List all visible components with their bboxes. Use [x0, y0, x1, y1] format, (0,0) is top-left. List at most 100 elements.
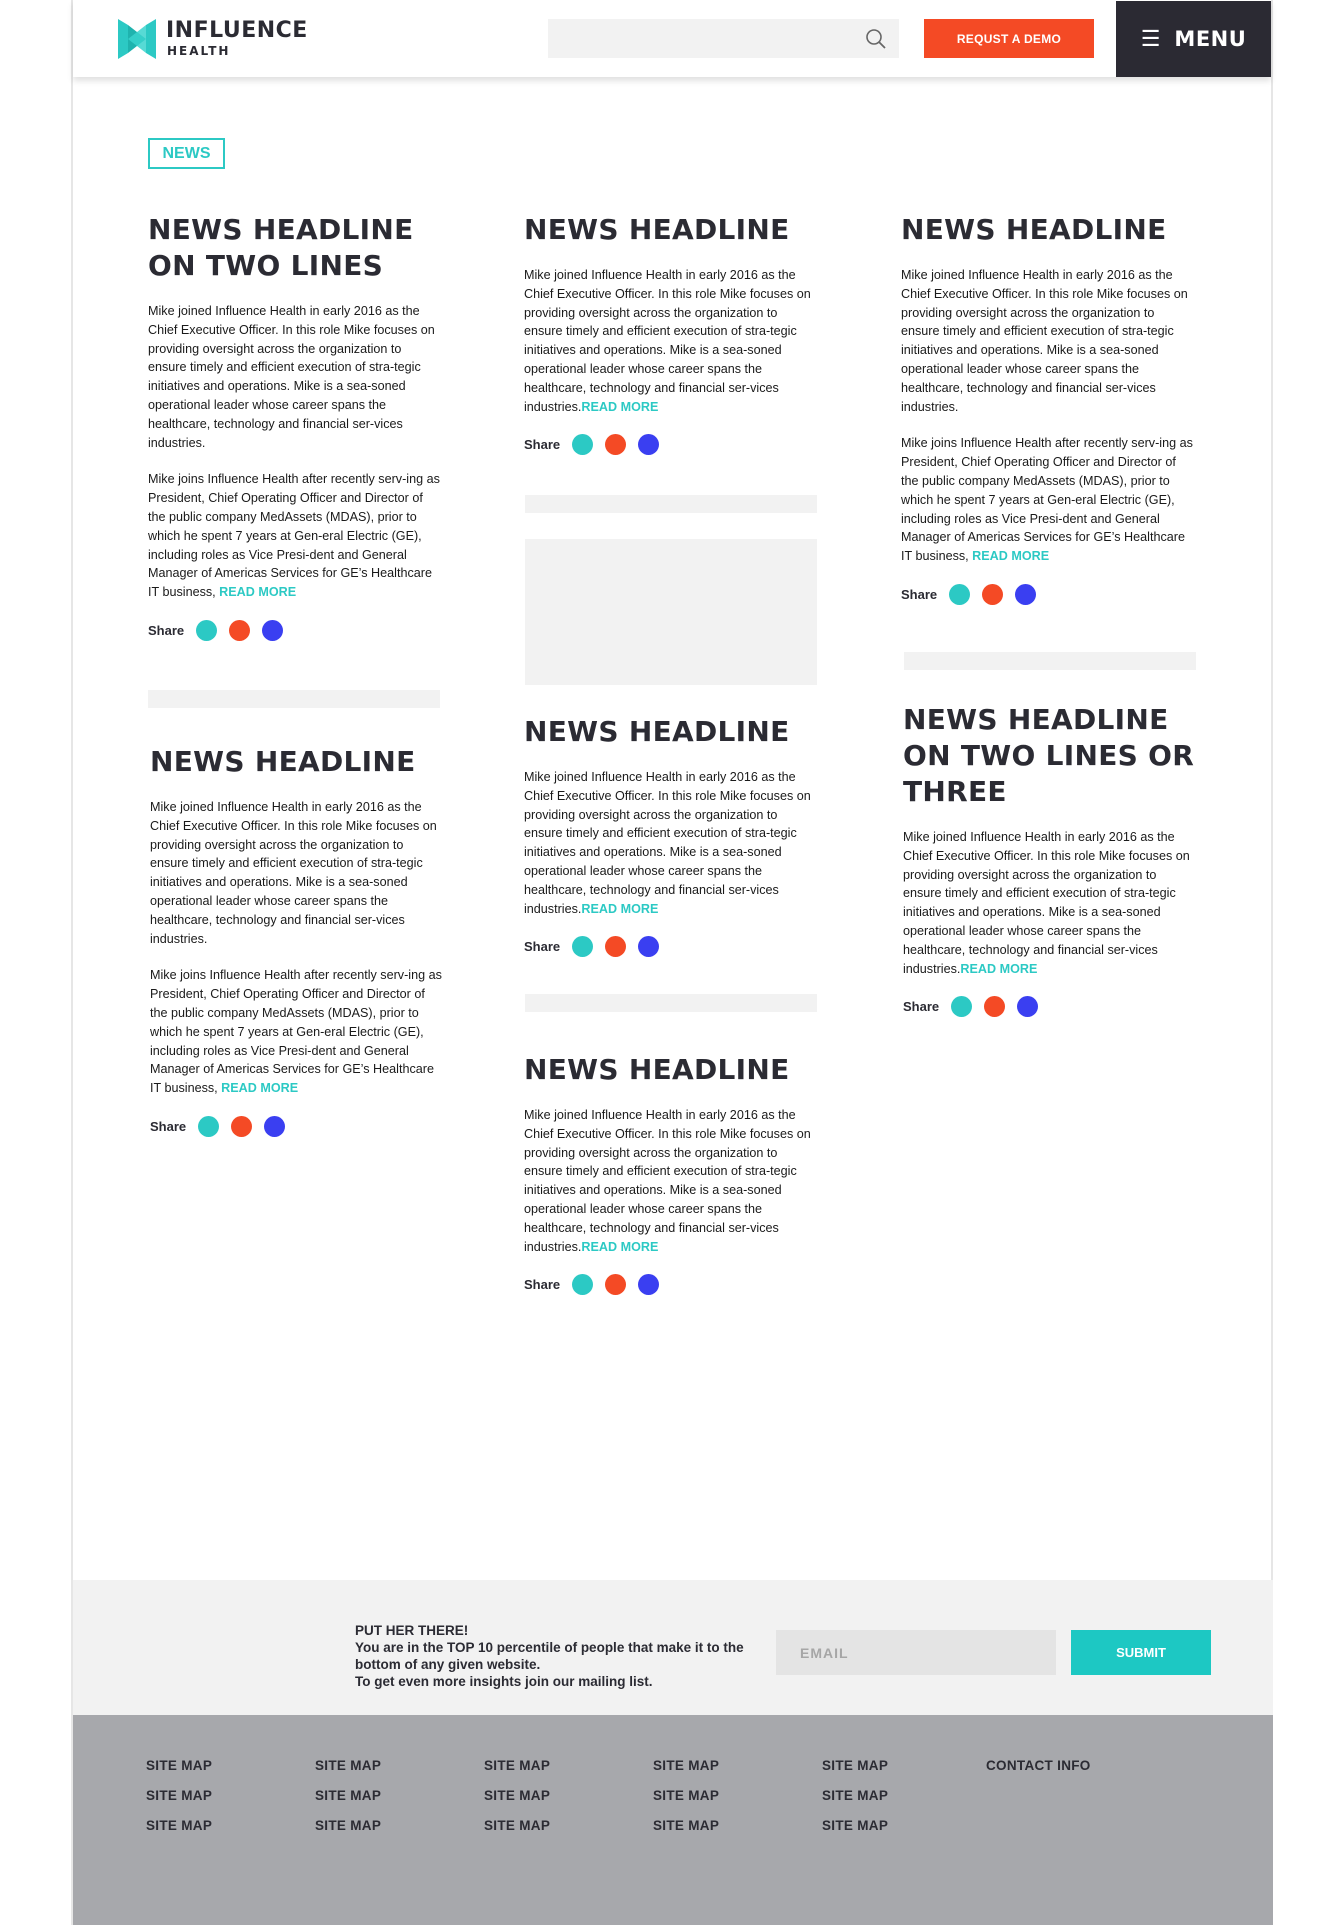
share-orange-icon[interactable] — [605, 1274, 627, 1296]
share-orange-icon[interactable] — [605, 936, 627, 958]
footer-column: SITE MAP SITE MAP SITE MAP — [822, 1758, 888, 1848]
footer-link-sitemap[interactable]: SITE MAP — [146, 1758, 212, 1774]
footer-column: SITE MAP SITE MAP SITE MAP — [315, 1758, 381, 1848]
logo[interactable]: INFLUENCE HEALTH — [118, 17, 318, 61]
news-article: NEWS HEADLINE Mike joined Influence Heal… — [524, 212, 819, 456]
share-orange-icon[interactable] — [982, 583, 1004, 605]
footer-link-sitemap[interactable]: SITE MAP — [146, 1788, 212, 1804]
footer-link-sitemap[interactable]: SITE MAP — [484, 1758, 550, 1774]
article-paragraph-text: Mike joins Influence Health after recent… — [150, 968, 442, 1096]
page: INFLUENCE HEALTH REQUST A DEMO ☰ MENU NE… — [0, 0, 1340, 1925]
share-label: Share — [524, 437, 561, 453]
share-teal-icon[interactable] — [198, 1115, 220, 1137]
article-paragraph-text: Mike joined Influence Health in early 20… — [524, 268, 811, 414]
share-label: Share — [150, 1118, 187, 1134]
article-paragraph: Mike joined Influence Health in early 20… — [901, 268, 1188, 414]
share-label: Share — [901, 586, 938, 602]
share-blue-icon[interactable] — [262, 619, 284, 641]
share-row: Share — [148, 619, 443, 641]
read-more-link[interactable]: READ MORE — [972, 549, 1049, 563]
search-input[interactable] — [548, 19, 848, 58]
share-row: Share — [150, 1115, 445, 1137]
article-headline[interactable]: NEWS HEADLINE — [150, 744, 445, 780]
footer-link-sitemap[interactable]: SITE MAP — [822, 1818, 888, 1834]
article-paragraph-text: Mike joins Influence Health after recent… — [901, 436, 1193, 564]
article-headline[interactable]: NEWS HEADLINE ON TWO LINES OR THREE — [903, 702, 1198, 810]
site-footer: SITE MAP SITE MAP SITE MAP SITE MAP SITE… — [73, 1715, 1273, 1925]
share-label: Share — [148, 622, 185, 638]
share-row: Share — [903, 996, 1198, 1018]
read-more-link[interactable]: READ MORE — [581, 902, 658, 916]
article-paragraph-text: Mike joined Influence Health in early 20… — [903, 830, 1190, 976]
share-teal-icon[interactable] — [572, 434, 594, 456]
share-blue-icon[interactable] — [1015, 583, 1037, 605]
footer-link-sitemap[interactable]: SITE MAP — [822, 1788, 888, 1804]
footer-link-contact-info[interactable]: CONTACT INFO — [986, 1758, 1091, 1774]
news-article: NEWS HEADLINE Mike joined Influence Heal… — [524, 1052, 819, 1296]
article-headline[interactable]: NEWS HEADLINE — [901, 212, 1196, 248]
share-orange-icon[interactable] — [605, 434, 627, 456]
search-icon[interactable] — [865, 28, 887, 50]
menu-button[interactable]: ☰ MENU — [1116, 1, 1271, 77]
share-label: Share — [524, 939, 561, 955]
footer-link-sitemap[interactable]: SITE MAP — [653, 1818, 719, 1834]
share-teal-icon[interactable] — [949, 583, 971, 605]
footer-link-sitemap[interactable]: SITE MAP — [315, 1788, 381, 1804]
share-orange-icon[interactable] — [231, 1115, 253, 1137]
news-article: NEWS HEADLINE ON TWO LINES OR THREE Mike… — [903, 702, 1198, 1018]
article-paragraph-text: Mike joins Influence Health after recent… — [148, 472, 440, 600]
image-placeholder[interactable] — [525, 539, 817, 685]
search-box — [548, 19, 899, 58]
footer-column: SITE MAP SITE MAP SITE MAP — [653, 1758, 719, 1848]
share-row: Share — [524, 434, 819, 456]
request-demo-button[interactable]: REQUST A DEMO — [924, 19, 1094, 58]
share-blue-icon[interactable] — [638, 434, 660, 456]
share-blue-icon[interactable] — [638, 1274, 660, 1296]
logo-mark-icon — [118, 19, 156, 59]
article-paragraph: Mike joined Influence Health in early 20… — [903, 828, 1198, 978]
article-headline[interactable]: NEWS HEADLINE — [524, 714, 819, 750]
article-paragraph: Mike joined Influence Health in early 20… — [524, 1106, 819, 1256]
placeholder-bar — [148, 690, 440, 708]
footer-link-sitemap[interactable]: SITE MAP — [484, 1788, 550, 1804]
footer-link-sitemap[interactable]: SITE MAP — [653, 1758, 719, 1774]
footer-link-sitemap[interactable]: SITE MAP — [315, 1818, 381, 1834]
footer-column: SITE MAP SITE MAP SITE MAP — [484, 1758, 550, 1848]
article-headline[interactable]: NEWS HEADLINE — [524, 1052, 819, 1088]
article-paragraph: Mike joins Influence Health after recent… — [150, 966, 445, 1098]
share-teal-icon[interactable] — [572, 936, 594, 958]
article-paragraph-text: Mike joined Influence Health in early 20… — [524, 1108, 811, 1254]
news-article: NEWS HEADLINE Mike joined Influence Heal… — [150, 744, 445, 1137]
share-teal-icon[interactable] — [572, 1274, 594, 1296]
logo-name: INFLUENCE — [166, 18, 308, 43]
news-article: NEWS HEADLINE ON TWO LINES Mike joined I… — [148, 212, 443, 641]
email-field[interactable] — [776, 1630, 1056, 1675]
article-headline[interactable]: NEWS HEADLINE — [524, 212, 819, 248]
footer-link-sitemap[interactable]: SITE MAP — [484, 1818, 550, 1834]
article-headline[interactable]: NEWS HEADLINE ON TWO LINES — [148, 212, 443, 284]
article-paragraph: Mike joins Influence Health after recent… — [148, 470, 443, 602]
submit-button[interactable]: SUBMIT — [1071, 1630, 1211, 1675]
read-more-link[interactable]: READ MORE — [219, 585, 296, 599]
share-blue-icon[interactable] — [264, 1115, 286, 1137]
news-tag[interactable]: NEWS — [148, 138, 225, 169]
read-more-link[interactable]: READ MORE — [581, 1240, 658, 1254]
share-teal-icon[interactable] — [951, 996, 973, 1018]
footer-column: CONTACT INFO — [986, 1758, 1091, 1788]
share-row: Share — [524, 1274, 819, 1296]
share-orange-icon[interactable] — [229, 619, 251, 641]
footer-link-sitemap[interactable]: SITE MAP — [315, 1758, 381, 1774]
read-more-link[interactable]: READ MORE — [581, 400, 658, 414]
share-blue-icon[interactable] — [638, 936, 660, 958]
share-orange-icon[interactable] — [984, 996, 1006, 1018]
share-teal-icon[interactable] — [196, 619, 218, 641]
placeholder-bar — [904, 652, 1196, 670]
footer-link-sitemap[interactable]: SITE MAP — [146, 1818, 212, 1834]
share-row: Share — [901, 583, 1196, 605]
footer-link-sitemap[interactable]: SITE MAP — [653, 1788, 719, 1804]
footer-link-sitemap[interactable]: SITE MAP — [822, 1758, 888, 1774]
read-more-link[interactable]: READ MORE — [221, 1081, 298, 1095]
newsletter-section: PUT HER THERE! You are in the TOP 10 per… — [73, 1580, 1273, 1715]
read-more-link[interactable]: READ MORE — [960, 962, 1037, 976]
share-blue-icon[interactable] — [1017, 996, 1039, 1018]
